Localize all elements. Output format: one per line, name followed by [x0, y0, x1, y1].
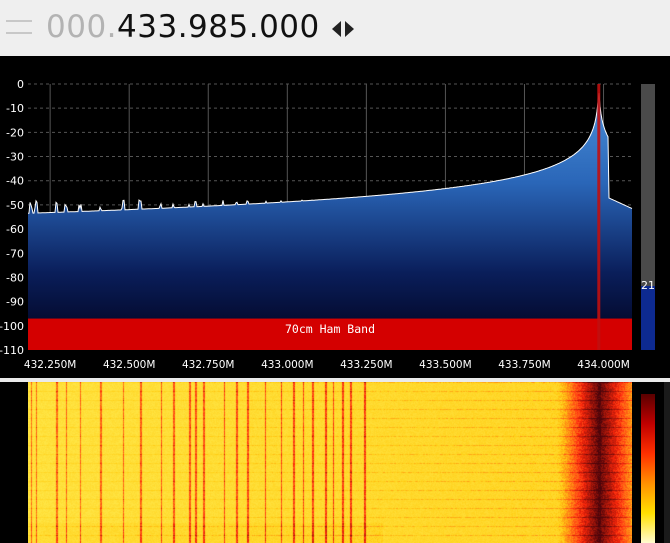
- band-label: 70cm Ham Band: [284, 322, 375, 336]
- waterfall-color-scale: [641, 394, 655, 543]
- y-tick-label: -100: [0, 320, 24, 333]
- waterfall-scrollbar[interactable]: [664, 382, 670, 543]
- y-tick-label: -10: [6, 102, 24, 115]
- y-tick-label: -30: [6, 151, 24, 164]
- y-tick-label: -80: [6, 271, 24, 284]
- y-tick-label: 0: [17, 78, 24, 91]
- tuned-frequency-marker: [597, 84, 601, 350]
- x-tick-label: 434.000M: [577, 359, 629, 371]
- y-tick-label: -110: [0, 344, 24, 357]
- level-meter[interactable]: [641, 84, 655, 350]
- y-tick-label: -70: [6, 247, 24, 260]
- y-tick-label: -20: [6, 126, 24, 139]
- y-tick-label: -50: [6, 199, 24, 212]
- spectrum-panel[interactable]: 0 -10 -20 -30 -40 -50 -60 -70 -80 -90 -100 -110 432.…: [0, 56, 670, 378]
- x-tick-label: 432.250M: [24, 359, 76, 371]
- x-tick-label: 433.250M: [340, 359, 392, 371]
- waterfall-display[interactable]: [28, 382, 632, 543]
- level-meter-value: 21: [641, 279, 655, 292]
- x-tick-label: 432.500M: [103, 359, 155, 371]
- tune-arrows-icon[interactable]: [330, 19, 358, 39]
- x-tick-label: 432.750M: [182, 359, 234, 371]
- x-tick-label: 433.750M: [498, 359, 550, 371]
- frequency-header: 000.433.985.000: [0, 0, 670, 54]
- y-tick-label: -60: [6, 223, 24, 236]
- level-meter-fill: [641, 286, 655, 350]
- y-tick-label: -40: [6, 175, 24, 188]
- frequency-leading-zeros: 000.: [46, 9, 118, 45]
- y-tick-label: -90: [6, 296, 24, 309]
- drag-handle-icon[interactable]: [6, 14, 32, 40]
- waterfall-panel[interactable]: [0, 382, 670, 543]
- x-tick-label: 433.500M: [419, 359, 471, 371]
- frequency-value: 433.985.000: [117, 9, 320, 45]
- spectrum-fill: [28, 93, 632, 350]
- x-tick-label: 433.000M: [261, 359, 313, 371]
- frequency-display[interactable]: 000.433.985.000: [46, 9, 320, 45]
